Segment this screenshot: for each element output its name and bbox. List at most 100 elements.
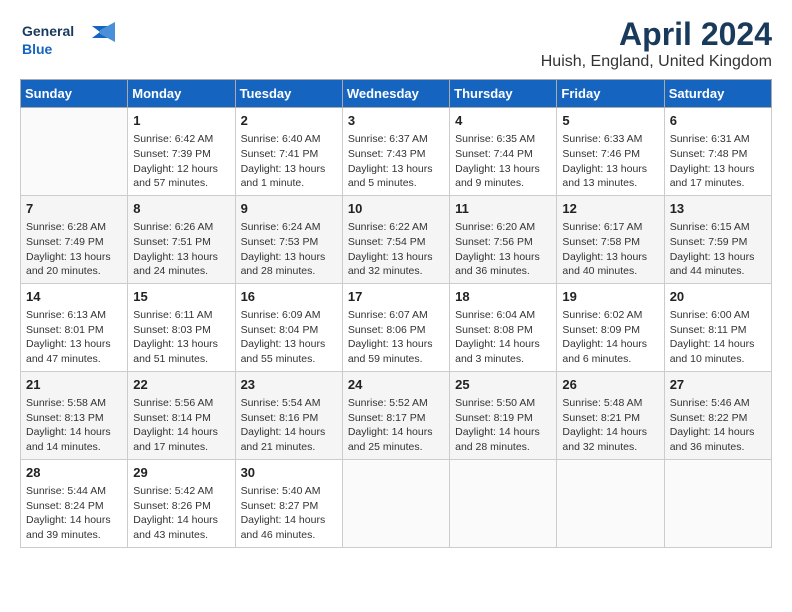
day-info: Sunrise: 6:15 AM Sunset: 7:59 PM Dayligh… — [670, 220, 766, 279]
week-row-1: 1 Sunrise: 6:42 AM Sunset: 7:39 PM Daylig… — [21, 108, 772, 196]
day-cell: 25 Sunrise: 5:50 AM Sunset: 8:19 PM Dayli… — [450, 371, 557, 459]
day-cell: 24Sunrise: 5:52 AM Sunset: 8:17 PM Dayli… — [342, 371, 449, 459]
day-number: 2 — [241, 112, 337, 130]
day-info: Sunrise: 6:11 AM Sunset: 8:03 PM Dayligh… — [133, 308, 229, 367]
header-cell-tuesday: Tuesday — [235, 80, 342, 108]
header-cell-saturday: Saturday — [664, 80, 771, 108]
day-info: Sunrise: 6:26 AM Sunset: 7:51 PM Dayligh… — [133, 220, 229, 279]
day-info: Sunrise: 5:56 AM Sunset: 8:14 PM Dayligh… — [133, 396, 229, 455]
day-cell — [342, 459, 449, 547]
day-cell: 27Sunrise: 5:46 AM Sunset: 8:22 PM Dayli… — [664, 371, 771, 459]
day-number: 8 — [133, 200, 229, 218]
day-cell: 22 Sunrise: 5:56 AM Sunset: 8:14 PM Dayli… — [128, 371, 235, 459]
header-cell-thursday: Thursday — [450, 80, 557, 108]
day-number: 4 — [455, 112, 551, 130]
day-info: Sunrise: 5:42 AM Sunset: 8:26 PM Dayligh… — [133, 484, 229, 543]
header-row: SundayMondayTuesdayWednesdayThursdayFrid… — [21, 80, 772, 108]
day-info: Sunrise: 5:48 AM Sunset: 8:21 PM Dayligh… — [562, 396, 658, 455]
day-info: Sunrise: 5:40 AM Sunset: 8:27 PM Dayligh… — [241, 484, 337, 543]
day-cell: 3Sunrise: 6:37 AM Sunset: 7:43 PM Daylig… — [342, 108, 449, 196]
svg-text:Blue: Blue — [22, 41, 53, 57]
day-cell: 16 Sunrise: 6:09 AM Sunset: 8:04 PM Dayli… — [235, 283, 342, 371]
week-row-4: 21 Sunrise: 5:58 AM Sunset: 8:13 PM Dayli… — [21, 371, 772, 459]
day-number: 9 — [241, 200, 337, 218]
day-number: 12 — [562, 200, 658, 218]
week-row-5: 28Sunrise: 5:44 AM Sunset: 8:24 PM Dayli… — [21, 459, 772, 547]
day-info: Sunrise: 6:00 AM Sunset: 8:11 PM Dayligh… — [670, 308, 766, 367]
header-cell-monday: Monday — [128, 80, 235, 108]
day-number: 1 — [133, 112, 229, 130]
day-info: Sunrise: 6:04 AM Sunset: 8:08 PM Dayligh… — [455, 308, 551, 367]
day-cell: 14Sunrise: 6:13 AM Sunset: 8:01 PM Dayli… — [21, 283, 128, 371]
svg-text:General: General — [22, 23, 74, 39]
day-cell: 2 Sunrise: 6:40 AM Sunset: 7:41 PM Daylig… — [235, 108, 342, 196]
title-area: April 2024 Huish, England, United Kingdo… — [541, 16, 772, 71]
day-number: 14 — [26, 288, 122, 306]
day-cell — [557, 459, 664, 547]
month-title: April 2024 — [541, 16, 772, 53]
day-cell: 4Sunrise: 6:35 AM Sunset: 7:44 PM Daylig… — [450, 108, 557, 196]
day-number: 19 — [562, 288, 658, 306]
day-number: 3 — [348, 112, 444, 130]
day-info: Sunrise: 6:22 AM Sunset: 7:54 PM Dayligh… — [348, 220, 444, 279]
day-info: Sunrise: 6:02 AM Sunset: 8:09 PM Dayligh… — [562, 308, 658, 367]
day-cell: 12 Sunrise: 6:17 AM Sunset: 7:58 PM Dayli… — [557, 195, 664, 283]
day-cell: 8 Sunrise: 6:26 AM Sunset: 7:51 PM Daylig… — [128, 195, 235, 283]
day-number: 29 — [133, 464, 229, 482]
day-cell: 11 Sunrise: 6:20 AM Sunset: 7:56 PM Dayli… — [450, 195, 557, 283]
day-info: Sunrise: 6:24 AM Sunset: 7:53 PM Dayligh… — [241, 220, 337, 279]
day-cell: 21 Sunrise: 5:58 AM Sunset: 8:13 PM Dayli… — [21, 371, 128, 459]
day-cell: 30 Sunrise: 5:40 AM Sunset: 8:27 PM Dayli… — [235, 459, 342, 547]
calendar-body: 1 Sunrise: 6:42 AM Sunset: 7:39 PM Daylig… — [21, 108, 772, 548]
day-number: 5 — [562, 112, 658, 130]
location-subtitle: Huish, England, United Kingdom — [541, 53, 772, 71]
day-info: Sunrise: 5:50 AM Sunset: 8:19 PM Dayligh… — [455, 396, 551, 455]
logo: General Blue — [20, 16, 120, 61]
header-cell-wednesday: Wednesday — [342, 80, 449, 108]
day-cell: 23Sunrise: 5:54 AM Sunset: 8:16 PM Dayli… — [235, 371, 342, 459]
day-cell: 9 Sunrise: 6:24 AM Sunset: 7:53 PM Daylig… — [235, 195, 342, 283]
day-number: 15 — [133, 288, 229, 306]
day-info: Sunrise: 6:20 AM Sunset: 7:56 PM Dayligh… — [455, 220, 551, 279]
day-number: 26 — [562, 376, 658, 394]
day-info: Sunrise: 6:31 AM Sunset: 7:48 PM Dayligh… — [670, 132, 766, 191]
day-cell: 18 Sunrise: 6:04 AM Sunset: 8:08 PM Dayli… — [450, 283, 557, 371]
day-number: 24 — [348, 376, 444, 394]
day-cell: 1 Sunrise: 6:42 AM Sunset: 7:39 PM Daylig… — [128, 108, 235, 196]
day-cell — [450, 459, 557, 547]
day-number: 21 — [26, 376, 122, 394]
header-cell-sunday: Sunday — [21, 80, 128, 108]
day-number: 16 — [241, 288, 337, 306]
day-info: Sunrise: 5:54 AM Sunset: 8:16 PM Dayligh… — [241, 396, 337, 455]
calendar-header: SundayMondayTuesdayWednesdayThursdayFrid… — [21, 80, 772, 108]
day-info: Sunrise: 6:17 AM Sunset: 7:58 PM Dayligh… — [562, 220, 658, 279]
day-cell: 5 Sunrise: 6:33 AM Sunset: 7:46 PM Daylig… — [557, 108, 664, 196]
day-number: 30 — [241, 464, 337, 482]
day-cell: 13 Sunrise: 6:15 AM Sunset: 7:59 PM Dayli… — [664, 195, 771, 283]
day-info: Sunrise: 6:40 AM Sunset: 7:41 PM Dayligh… — [241, 132, 337, 191]
day-number: 6 — [670, 112, 766, 130]
day-info: Sunrise: 6:33 AM Sunset: 7:46 PM Dayligh… — [562, 132, 658, 191]
day-number: 11 — [455, 200, 551, 218]
day-number: 20 — [670, 288, 766, 306]
day-cell: 20 Sunrise: 6:00 AM Sunset: 8:11 PM Dayli… — [664, 283, 771, 371]
day-number: 10 — [348, 200, 444, 218]
day-number: 17 — [348, 288, 444, 306]
day-info: Sunrise: 6:07 AM Sunset: 8:06 PM Dayligh… — [348, 308, 444, 367]
day-cell: 15 Sunrise: 6:11 AM Sunset: 8:03 PM Dayli… — [128, 283, 235, 371]
day-cell — [21, 108, 128, 196]
day-number: 22 — [133, 376, 229, 394]
day-number: 18 — [455, 288, 551, 306]
day-number: 25 — [455, 376, 551, 394]
week-row-3: 14Sunrise: 6:13 AM Sunset: 8:01 PM Dayli… — [21, 283, 772, 371]
day-cell: 28Sunrise: 5:44 AM Sunset: 8:24 PM Dayli… — [21, 459, 128, 547]
header-cell-friday: Friday — [557, 80, 664, 108]
day-number: 13 — [670, 200, 766, 218]
day-info: Sunrise: 6:42 AM Sunset: 7:39 PM Dayligh… — [133, 132, 229, 191]
day-cell — [664, 459, 771, 547]
day-cell: 26 Sunrise: 5:48 AM Sunset: 8:21 PM Dayli… — [557, 371, 664, 459]
day-number: 28 — [26, 464, 122, 482]
day-info: Sunrise: 5:58 AM Sunset: 8:13 PM Dayligh… — [26, 396, 122, 455]
day-info: Sunrise: 6:09 AM Sunset: 8:04 PM Dayligh… — [241, 308, 337, 367]
week-row-2: 7Sunrise: 6:28 AM Sunset: 7:49 PM Daylig… — [21, 195, 772, 283]
